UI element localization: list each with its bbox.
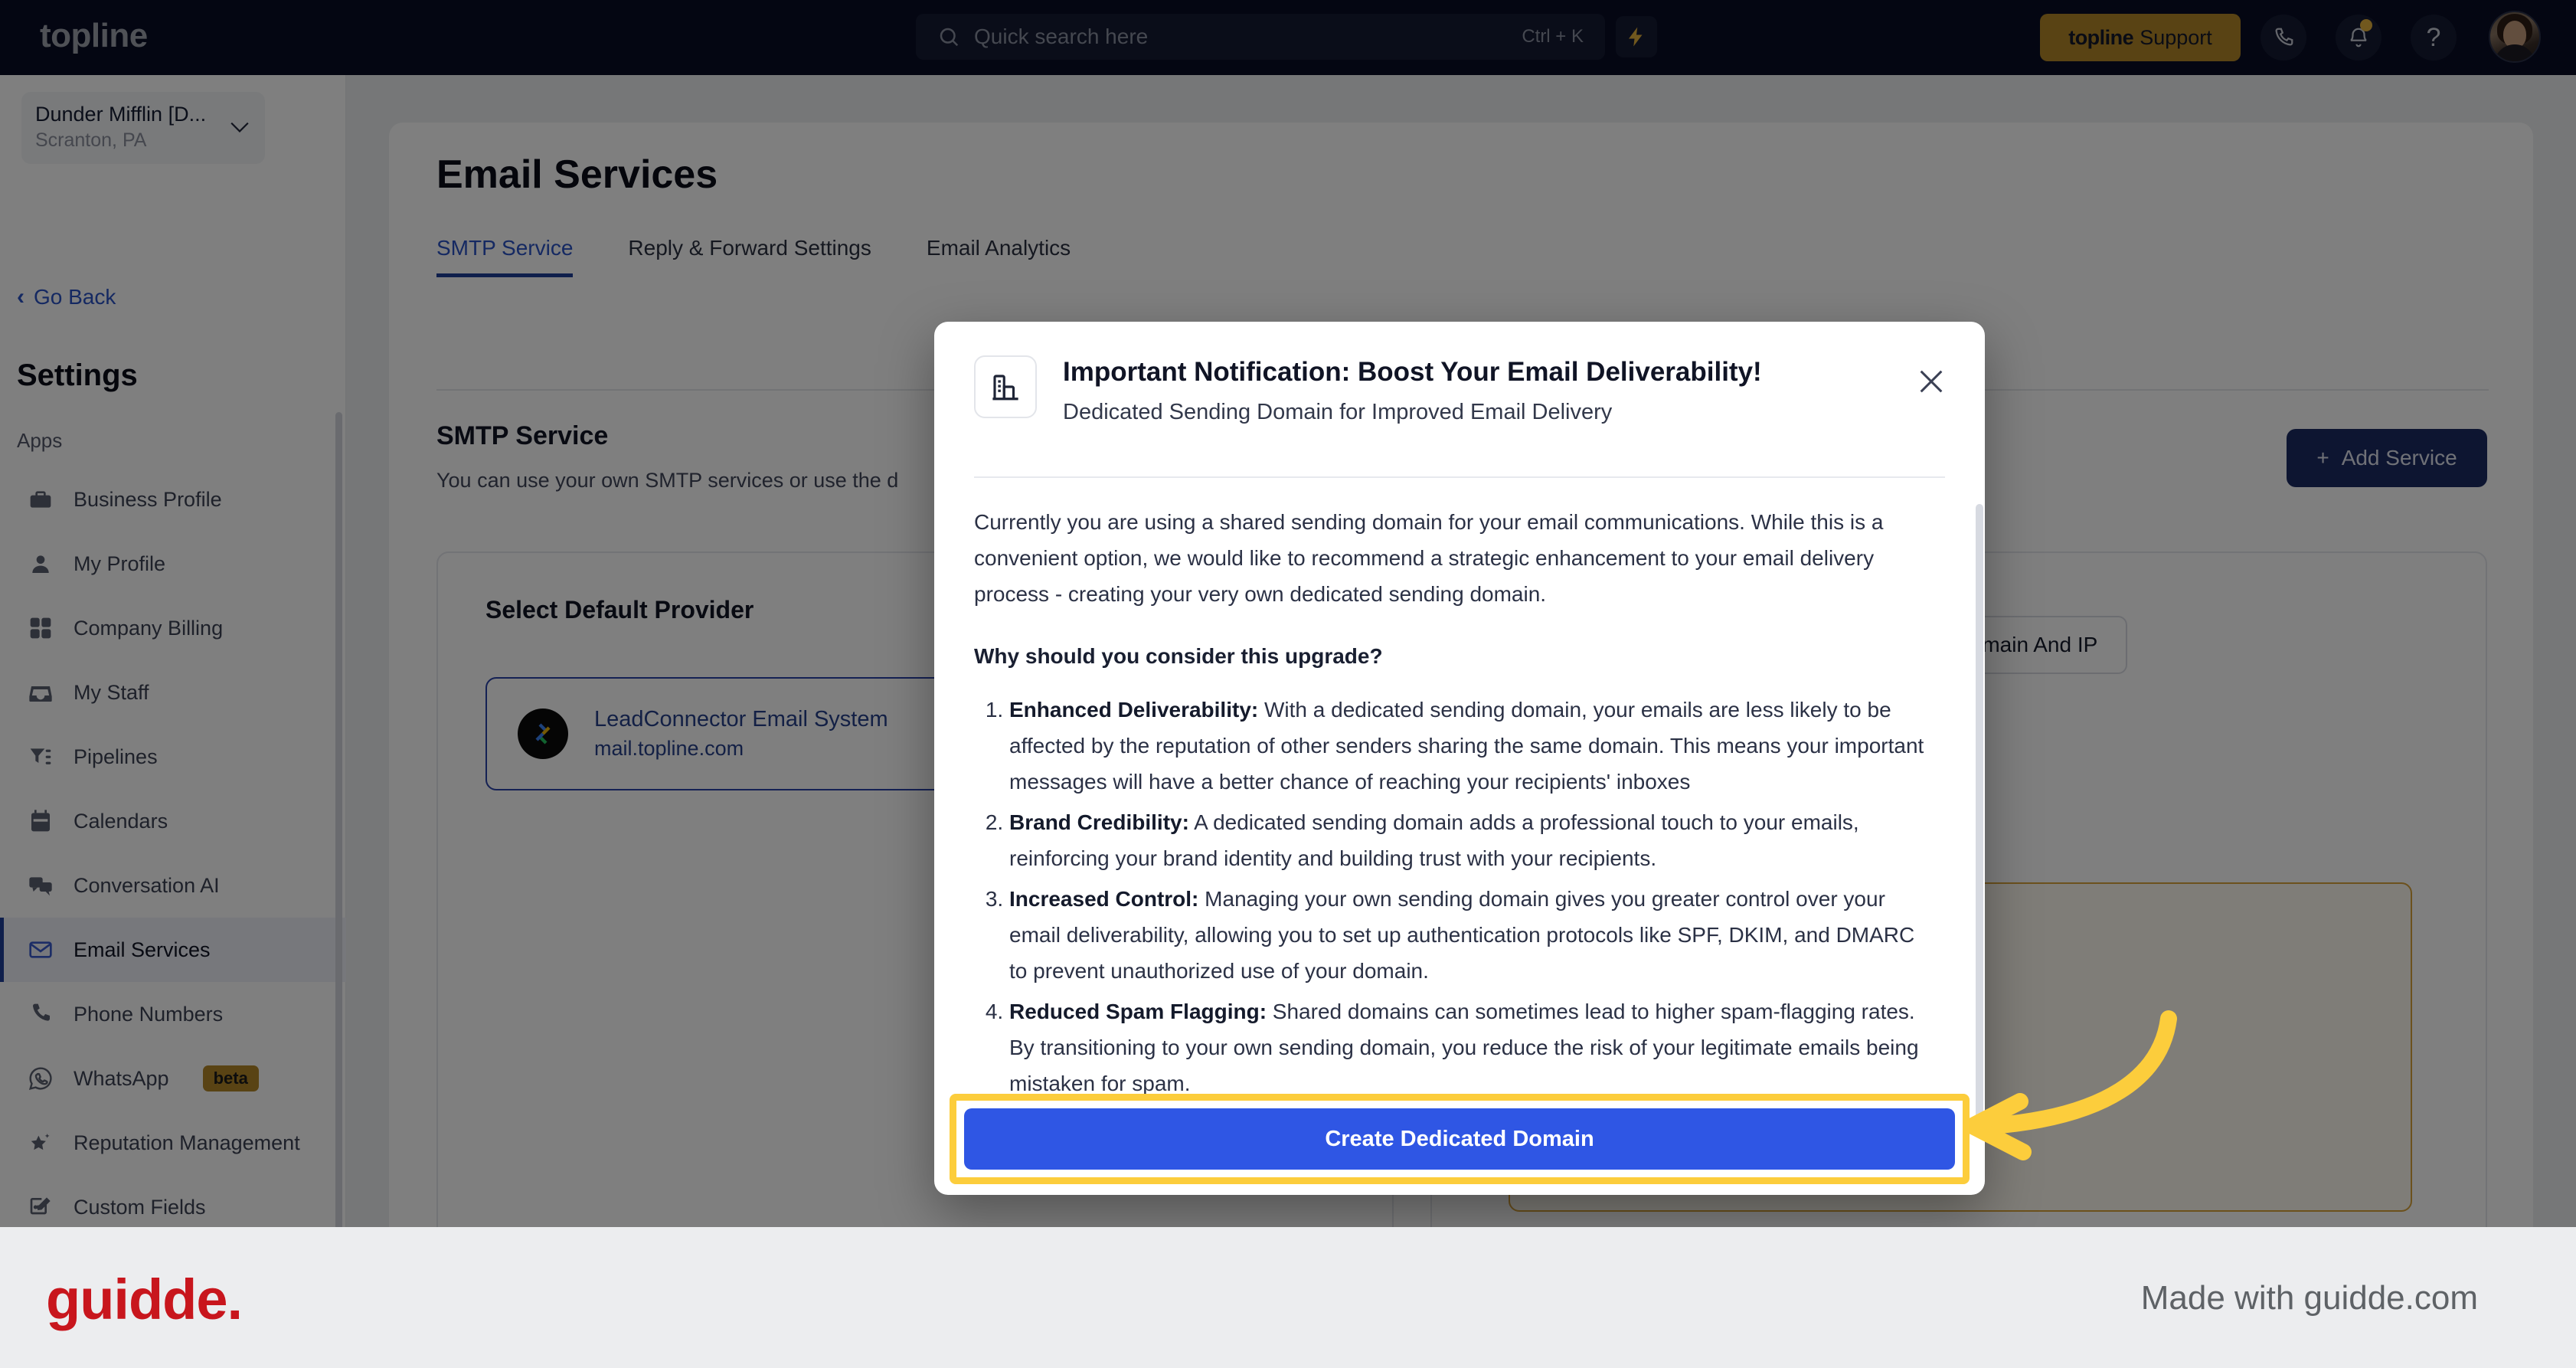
benefit-term: Enhanced Deliverability: — [1009, 698, 1259, 722]
list-item: Reduced Spam Flagging: Shared domains ca… — [1009, 993, 1934, 1101]
guidde-footer: guidde. Made with guidde.com — [0, 1227, 2576, 1368]
guidde-logo: guidde. — [46, 1268, 243, 1331]
list-item: Increased Control: Managing your own sen… — [1009, 881, 1934, 989]
app-root: topline Quick search here Ctrl + K topli… — [0, 0, 2576, 1368]
benefit-term: Brand Credibility: — [1009, 810, 1189, 835]
made-with-guidde-label: Made with guidde.com — [2140, 1279, 2478, 1317]
modal-header: Important Notification: Boost Your Email… — [934, 322, 1985, 469]
modal-intro-paragraph: Currently you are using a shared sending… — [974, 510, 1884, 607]
modal-benefits-heading: Why should you consider this upgrade? — [974, 644, 1383, 669]
benefit-term: Increased Control: — [1009, 887, 1199, 911]
list-item: Enhanced Deliverability: With a dedicate… — [1009, 692, 1934, 800]
list-item: Brand Credibility: A dedicated sending d… — [1009, 804, 1934, 876]
modal-benefits-list: Enhanced Deliverability: With a dedicate… — [974, 692, 1934, 1101]
close-icon[interactable] — [1916, 366, 1947, 397]
modal-header-divider — [974, 476, 1945, 478]
benefit-term: Reduced Spam Flagging: — [1009, 1000, 1267, 1024]
building-icon — [974, 355, 1037, 418]
modal-scrollbar-thumb[interactable] — [1976, 504, 1983, 1132]
cta-highlight-box: Create Dedicated Domain — [950, 1094, 1970, 1184]
create-dedicated-domain-button[interactable]: Create Dedicated Domain — [964, 1108, 1955, 1170]
modal-title: Important Notification: Boost Your Email… — [1063, 357, 1762, 387]
deliverability-notification-modal: Important Notification: Boost Your Email… — [934, 322, 1985, 1195]
modal-body: Currently you are using a shared sending… — [974, 504, 1945, 1195]
modal-scrollbar[interactable] — [1976, 504, 1983, 1195]
modal-subtitle: Dedicated Sending Domain for Improved Em… — [1063, 400, 1613, 424]
